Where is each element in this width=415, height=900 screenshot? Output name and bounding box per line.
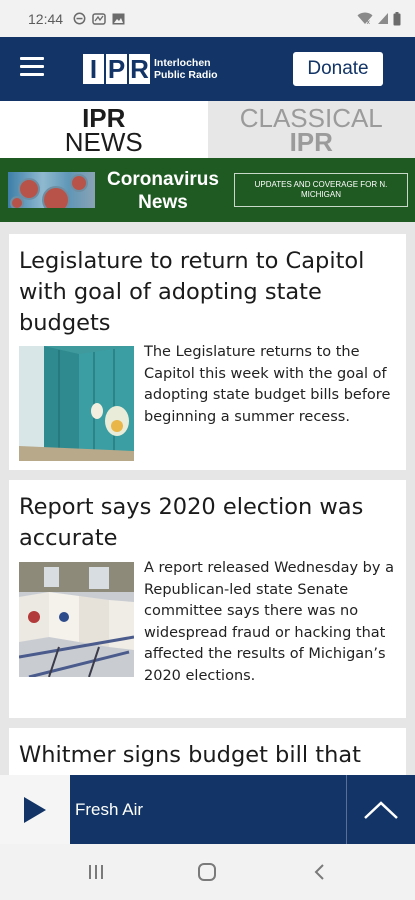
status-time: 12:44 [28, 10, 64, 27]
audio-player-bar: Fresh Air [0, 775, 415, 844]
donate-button[interactable]: Donate [293, 52, 383, 86]
logo-letter-r: R [129, 54, 150, 84]
ipr-logo[interactable]: I P R Interlochen Public Radio [83, 53, 218, 85]
hamburger-icon[interactable] [20, 57, 44, 77]
gallery-icon [92, 12, 106, 25]
now-playing-title[interactable]: Fresh Air [70, 775, 346, 844]
tab-ipr-news-line1: IPR [82, 102, 126, 133]
station-tabs: IPR NEWS CLASSICAL IPR [0, 101, 415, 158]
banner-title: Coronavirus News [97, 168, 229, 214]
article-headline[interactable]: Report says 2020 election was accurate [19, 492, 389, 554]
tab-ipr-news[interactable]: IPR NEWS [0, 101, 208, 158]
app-header: I P R Interlochen Public Radio Donate [0, 37, 415, 101]
article-headline[interactable]: Whitmer signs budget bill that [19, 740, 389, 771]
banner-title-line2: News [138, 192, 188, 213]
do-not-disturb-icon [73, 12, 86, 25]
image-icon [112, 13, 125, 24]
home-icon[interactable] [187, 857, 227, 887]
svg-text:x: x [367, 19, 371, 25]
article-card[interactable]: Legislature to return to Capitol with go… [9, 234, 406, 470]
tab-classical-ipr[interactable]: CLASSICAL IPR [207, 101, 415, 158]
logo-line2: Public Radio [154, 69, 218, 81]
banner-subtitle: UPDATES AND COVERAGE FOR N. MICHIGAN [234, 173, 408, 207]
wifi-icon: x [357, 12, 373, 25]
tab-classical-line1: CLASSICAL [239, 102, 383, 133]
article-card[interactable]: Report says 2020 election was accurate A… [9, 480, 406, 718]
logo-letter-i: I [83, 54, 104, 84]
article-summary[interactable]: A report released Wednesday by a Republi… [144, 558, 396, 687]
recent-apps-icon[interactable] [76, 857, 116, 887]
android-nav-bar [0, 844, 415, 900]
back-icon[interactable] [299, 857, 339, 887]
school-lockers-photo[interactable] [19, 346, 134, 461]
battery-icon [393, 11, 401, 25]
chevron-up-icon[interactable] [346, 775, 415, 844]
logo-line1: Interlochen [154, 57, 211, 69]
status-bar: 12:44 x [0, 0, 415, 37]
tab-classical-line2: IPR [289, 126, 333, 157]
news-feed[interactable]: Legislature to return to Capitol with go… [0, 222, 415, 775]
banner-title-line1: Coronavirus [107, 169, 219, 190]
coronavirus-graphic [8, 172, 95, 208]
play-icon[interactable] [0, 775, 70, 844]
article-card[interactable]: Whitmer signs budget bill that [9, 728, 406, 775]
article-headline[interactable]: Legislature to return to Capitol with go… [19, 246, 389, 339]
logo-letter-p: P [106, 54, 127, 84]
voting-booths-photo[interactable] [19, 562, 134, 677]
article-summary[interactable]: The Legislature returns to the Capitol t… [144, 342, 396, 428]
signal-icon [378, 13, 388, 24]
coronavirus-banner[interactable]: Coronavirus News UPDATES AND COVERAGE FO… [0, 158, 415, 222]
tab-ipr-news-line2: NEWS [64, 126, 143, 157]
